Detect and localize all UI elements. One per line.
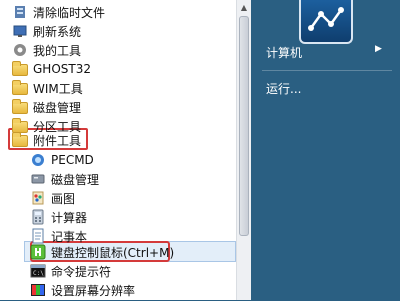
menu-item-command-prompt[interactable]: C:\ 命令提示符 [30, 261, 111, 281]
broom-icon [12, 4, 28, 20]
menu-item-label: WIM工具 [33, 81, 83, 96]
right-panel-divider [262, 70, 392, 71]
menu-item-label: 计算器 [51, 210, 88, 225]
folder-icon [12, 132, 28, 147]
right-item-run[interactable]: 运行... [266, 80, 301, 97]
menu-item-label: 刷新系统 [33, 24, 82, 39]
menu-item-refresh-system[interactable]: 刷新系统 [12, 21, 81, 41]
folder-icon [12, 99, 28, 114]
menu-item-label: 清除临时文件 [33, 5, 106, 20]
menu-item-label: 附件工具 [33, 133, 82, 148]
paint-icon [30, 190, 46, 206]
menu-item-label: 命令提示符 [51, 264, 112, 279]
menu-item-label: PECMD [51, 153, 94, 167]
menu-item-label: 磁盘管理 [51, 172, 100, 187]
folder-icon [12, 61, 28, 76]
menu-item-label: GHOST32 [33, 62, 91, 76]
menu-item-display-resolution[interactable]: 设置屏幕分辨率 [30, 280, 135, 300]
menu-item-keyboard-mouse[interactable]: 键盘控制鼠标(Ctrl+M) [30, 242, 174, 262]
menu-item-clean-temp[interactable]: 清除临时文件 [12, 2, 105, 22]
scroll-thumb[interactable] [239, 16, 249, 236]
keyboard-mouse-icon [30, 244, 46, 260]
run-label: 运行... [266, 82, 302, 96]
vertical-scrollbar[interactable]: ▲ [236, 0, 251, 300]
menu-item-label: 画图 [51, 191, 76, 206]
computer-label: 计算机 [266, 46, 303, 60]
svg-text:C:\: C:\ [33, 270, 44, 277]
menu-item-calculator[interactable]: 计算器 [30, 207, 87, 227]
display-icon [30, 282, 46, 298]
menu-item-my-tools[interactable]: 我的工具 [12, 40, 81, 60]
menu-item-ghost32[interactable]: GHOST32 [12, 59, 91, 79]
menu-item-label: 磁盘管理 [33, 100, 82, 115]
menu-item-pecmd[interactable]: PECMD [30, 150, 94, 170]
start-menu-programs: 清除临时文件 刷新系统 我的工具 GHOST32 WIM工具 磁盘管理 分区工具… [0, 0, 251, 300]
submenu-arrow-icon: ▶ [375, 44, 382, 54]
gear-icon [30, 152, 46, 168]
folder-icon [12, 80, 28, 95]
refresh-icon [12, 23, 28, 39]
menu-item-label: 我的工具 [33, 43, 82, 58]
user-picture[interactable] [299, 0, 353, 44]
cmd-icon: C:\ [30, 263, 46, 279]
menu-item-disk-management[interactable]: 磁盘管理 [30, 169, 99, 189]
menu-item-label: 键盘控制鼠标(Ctrl+M) [51, 245, 175, 260]
network-icon [308, 7, 344, 31]
right-item-computer[interactable]: 计算机 [266, 44, 302, 61]
menu-item-wim-tools[interactable]: WIM工具 [12, 78, 83, 98]
scroll-up-arrow-icon[interactable]: ▲ [237, 0, 251, 14]
menu-item-accessories[interactable]: 附件工具 [12, 130, 81, 150]
menu-item-paint[interactable]: 画图 [30, 188, 75, 208]
calculator-icon [30, 209, 46, 225]
menu-item-label: 设置屏幕分辨率 [51, 283, 136, 298]
disk-icon [30, 171, 46, 187]
menu-item-disk-management-folder[interactable]: 磁盘管理 [12, 97, 81, 117]
tools-icon [12, 42, 28, 58]
